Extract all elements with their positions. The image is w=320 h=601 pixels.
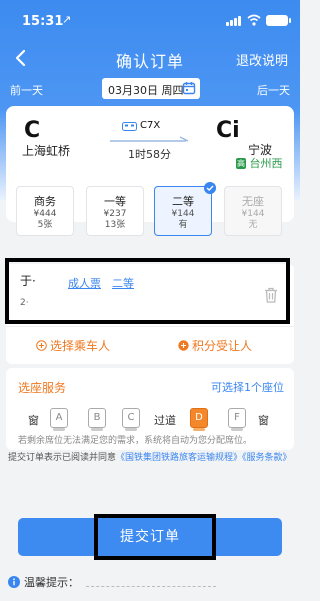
points-transferee-label: 积分受让人 [192, 339, 253, 353]
passenger-actions: 选择乘车人 积分受让人 [6, 326, 294, 364]
seat-price: ¥144 [241, 209, 265, 219]
seat-price: ¥444 [33, 209, 57, 219]
aisle-label: 过道 [154, 414, 176, 427]
station-badge-icon: 高 [236, 158, 246, 169]
seat-count: 5张 [37, 220, 53, 230]
seat-letter-a[interactable]: A [50, 408, 68, 431]
seat-letter-d[interactable]: D [190, 408, 208, 431]
alt-arrival-station-label: 台州西 [249, 157, 283, 170]
seat-option-second-class[interactable]: 二等 ¥144 有 [154, 182, 216, 236]
seat-name: 一等 [104, 195, 126, 208]
plus-circle-icon [36, 340, 47, 351]
points-transferee-button[interactable]: 积分受让人 [178, 337, 252, 354]
weekday-text: 周四 [161, 84, 184, 97]
seat-letter-b[interactable]: B [88, 408, 106, 431]
alt-arrival-station: 高 台州西 [236, 155, 283, 171]
calendar-icon [182, 82, 196, 95]
nav-bar: 确认订单 退改说明 [0, 42, 300, 76]
seat-count: 有 [178, 220, 188, 230]
window-label-right: 窗 [258, 414, 269, 427]
status-bar: 15:31 ↗ [0, 0, 300, 42]
seat-option-first-class[interactable]: 一等 ¥237 13张 [86, 186, 144, 236]
tips-section: 温馨提示： [8, 574, 79, 590]
select-passenger-button[interactable]: 选择乘车人 [36, 337, 110, 354]
seat-name: 无座 [242, 195, 264, 208]
departure-time: C [24, 118, 41, 143]
window-label-left: 窗 [28, 414, 39, 427]
highlight-box-passenger [5, 258, 290, 324]
route-arrow-icon [110, 136, 189, 142]
select-passenger-label: 选择乘车人 [50, 339, 111, 353]
location-arrow-icon: ↗ [62, 13, 72, 26]
prev-day-button[interactable]: 前一天 [10, 82, 43, 98]
seat-option-business[interactable]: 商务 ¥444 5张 [16, 186, 74, 236]
train-number[interactable]: C7X [140, 120, 160, 131]
seat-count: 无 [248, 220, 258, 230]
date-text: 03月30日 [108, 84, 158, 97]
seat-name: 二等 [172, 195, 194, 208]
highlight-box-submit [94, 514, 216, 560]
departure-station: 上海虹桥 [22, 144, 71, 158]
seat-letter-f[interactable]: F [228, 408, 246, 431]
seat-selection-panel: 选座服务 可选择1个座位 窗 A B C 过道 D F 窗 若剩余席位无法满足您… [6, 368, 294, 450]
train-info-card: C 上海虹桥 C7X 1时58分 Ci 宁波 高 台州西 商务 ¥444 5张 … [6, 106, 294, 236]
seat-service-title: 选座服务 [18, 381, 67, 395]
signal-icon [226, 16, 242, 26]
agreement-link[interactable]: 《国铁集团铁路旅客运输规程》《服务条款》 [116, 453, 292, 463]
refund-policy-link[interactable]: 退改说明 [236, 50, 288, 69]
info-icon [8, 576, 20, 588]
wifi-icon [247, 14, 261, 26]
date-bar: 前一天 03月30日 周四 后一天 [0, 76, 300, 100]
plus-circle-icon [178, 340, 189, 351]
next-day-button[interactable]: 后一天 [257, 82, 290, 98]
date-picker[interactable]: 03月30日 周四 [102, 78, 200, 99]
status-time: 15:31 [22, 14, 64, 29]
seat-service-note: 若剩余席位无法满足您的需求，系统将自动为您分配席位。 [18, 436, 253, 446]
seat-option-no-seat: 无座 ¥144 无 [224, 186, 282, 236]
tips-divider [86, 586, 216, 587]
seat-letter-c[interactable]: C [122, 408, 140, 431]
tips-label: 温馨提示： [24, 576, 79, 589]
travel-duration: 1时58分 [128, 148, 171, 161]
check-icon [204, 182, 216, 194]
arrival-time: Ci [216, 118, 240, 143]
train-icon [122, 122, 137, 131]
seat-count: 13张 [104, 220, 126, 230]
agreement-prefix: 提交订单表示已阅读并同意 [8, 453, 117, 463]
battery-icon [266, 15, 291, 26]
seat-name: 商务 [34, 195, 56, 208]
seat-price: ¥144 [171, 209, 195, 219]
seat-service-hint: 可选择1个座位 [211, 381, 284, 394]
seat-price: ¥237 [103, 209, 127, 219]
agreement-text: 提交订单表示已阅读并同意《国铁集团铁路旅客运输规程》《服务条款》 [8, 451, 294, 466]
